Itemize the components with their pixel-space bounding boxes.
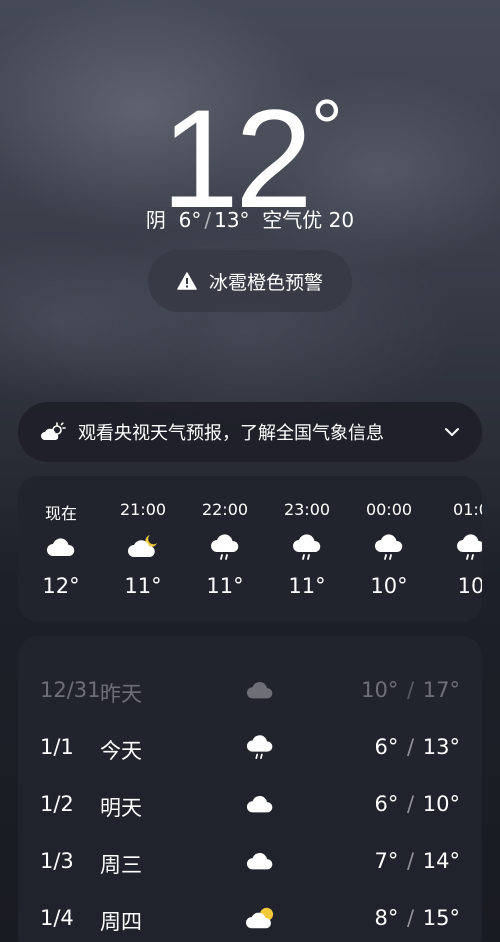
cloud-icon — [44, 532, 78, 562]
high-temp: 13° — [214, 208, 250, 232]
day-name: 今天 — [100, 739, 142, 763]
cloud-sun-icon — [244, 904, 276, 932]
cloud-rain-icon — [372, 532, 406, 562]
hour-time: 23:00 — [283, 500, 331, 519]
alert-label: 冰雹橙色预警 — [208, 271, 323, 294]
hour-item: 22:00 11° — [184, 476, 266, 622]
partly-cloudy-sun-icon — [40, 422, 66, 442]
hour-time: 21:00 — [119, 500, 167, 519]
day-temps: 6° / 13° — [374, 735, 460, 759]
hour-temp: 10° — [370, 574, 408, 598]
day-date: 12/31 — [40, 678, 101, 702]
hour-temp: 11° — [124, 574, 162, 598]
day-row-yesterday[interactable]: 12/31 昨天 10° / 17° — [18, 670, 482, 710]
day-high: 10° — [422, 792, 460, 816]
day-low: 6° — [374, 792, 399, 816]
cloud-icon — [244, 790, 276, 818]
hour-time: 01:0 — [453, 500, 482, 519]
chevron-down-icon[interactable] — [444, 427, 460, 437]
hour-temp: 10 — [457, 574, 482, 598]
day-date: 1/4 — [40, 906, 74, 930]
day-name: 明天 — [100, 796, 142, 820]
air-quality[interactable]: 空气优 20 — [262, 208, 354, 232]
cloud-rain-icon — [244, 733, 276, 761]
cloud-rain-icon — [290, 532, 324, 562]
hour-item: 00:00 10° — [348, 476, 430, 622]
daily-forecast[interactable]: 12/31 昨天 10° / 17° 1/1 今天 6° / 13° 1/2 明… — [18, 636, 482, 942]
day-high: 17° — [422, 678, 460, 702]
condition-text: 阴 — [145, 208, 166, 232]
day-row-tomorrow[interactable]: 1/2 明天 6° / 10° — [18, 784, 482, 824]
day-low: 7° — [374, 849, 399, 873]
day-temps: 6° / 10° — [374, 792, 460, 816]
hour-item: 现在 12° — [20, 476, 102, 622]
day-temps: 8° / 15° — [374, 906, 460, 930]
day-row-thursday[interactable]: 1/4 周四 8° / 15° — [18, 898, 482, 938]
day-date: 1/3 — [40, 849, 74, 873]
banner-label: 观看央视天气预报，了解全国气象信息 — [78, 423, 384, 444]
day-row-wednesday[interactable]: 1/3 周三 7° / 14° — [18, 841, 482, 881]
day-low: 8° — [374, 906, 399, 930]
hour-temp: 11° — [206, 574, 244, 598]
day-row-today[interactable]: 1/1 今天 6° / 13° — [18, 727, 482, 767]
hour-item: 01:0 10 — [430, 476, 482, 622]
hour-time: 00:00 — [365, 500, 413, 519]
day-high: 14° — [422, 849, 460, 873]
cloud-icon — [244, 847, 276, 875]
day-date: 1/1 — [40, 735, 74, 759]
day-temps: 10° / 17° — [361, 678, 460, 702]
cloud-rain-icon — [454, 532, 482, 562]
weather-alert-button[interactable]: 冰雹橙色预警 — [148, 250, 352, 312]
warning-icon — [177, 272, 197, 290]
day-temps: 7° / 14° — [374, 849, 460, 873]
day-low: 6° — [374, 735, 399, 759]
hour-item: 23:00 11° — [266, 476, 348, 622]
cctv-forecast-banner[interactable]: 观看央视天气预报，了解全国气象信息 — [18, 402, 482, 462]
slash-separator: / — [204, 208, 212, 232]
cloud-moon-icon — [126, 532, 160, 562]
hourly-forecast[interactable]: 现在 12° 21:00 11° 22:00 11° 23:00 11° 00:… — [18, 476, 482, 622]
cloud-icon — [244, 676, 276, 704]
day-name: 周四 — [100, 910, 142, 934]
day-high: 13° — [422, 735, 460, 759]
hour-time: 现在 — [44, 504, 77, 523]
day-name: 周三 — [100, 853, 142, 877]
cloud-rain-icon — [208, 532, 242, 562]
day-date: 1/2 — [40, 792, 74, 816]
weather-summary: 阴 6°/13° 空气优 20 — [0, 204, 500, 233]
low-temp: 6° — [178, 208, 202, 232]
hour-temp: 11° — [288, 574, 326, 598]
degree-symbol: ° — [310, 83, 343, 172]
hour-item: 21:00 11° — [102, 476, 184, 622]
day-name: 昨天 — [100, 682, 142, 706]
hour-temp: 12° — [42, 574, 80, 598]
day-high: 15° — [422, 906, 460, 930]
day-low: 10° — [361, 678, 399, 702]
hour-time: 22:00 — [201, 500, 249, 519]
